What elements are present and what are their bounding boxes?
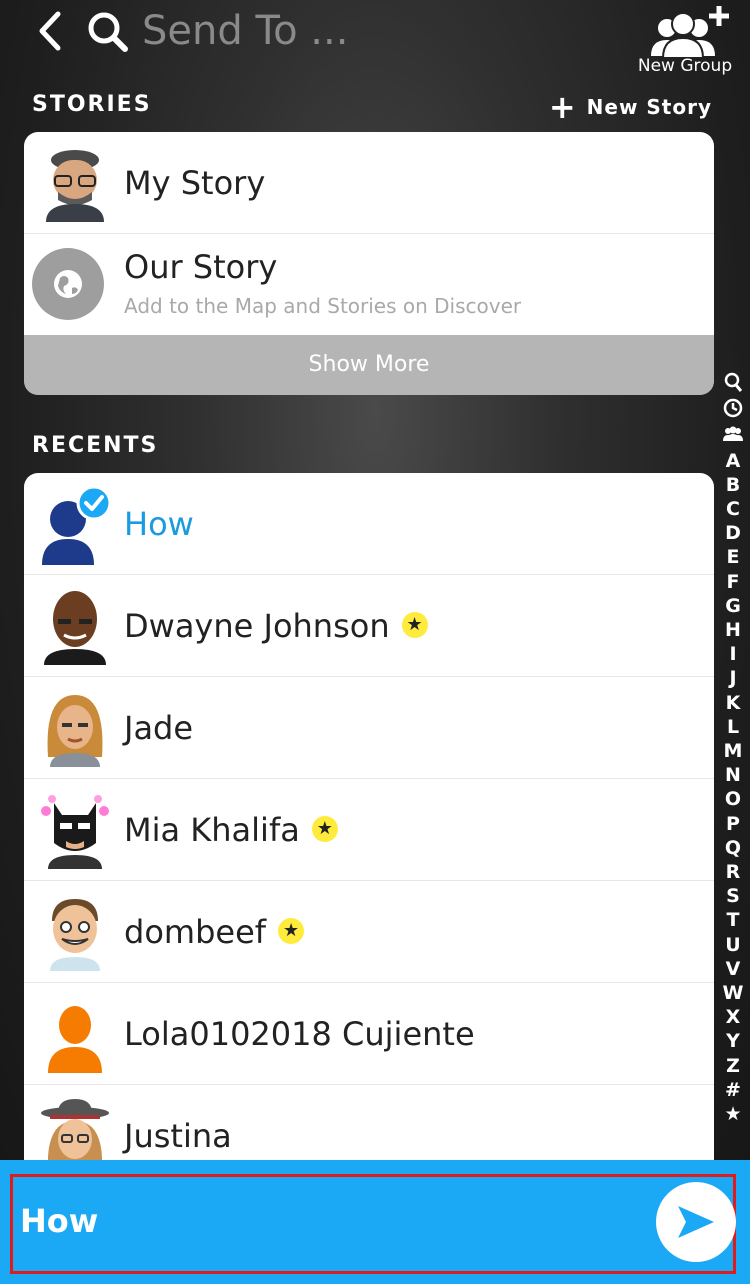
story-name: Our Story — [124, 248, 278, 286]
bitmoji-avatar-icon — [41, 795, 109, 869]
new-story-button[interactable]: + New Story — [548, 88, 712, 126]
plus-icon: + — [548, 88, 577, 126]
bitmoji-avatar-icon — [41, 1099, 109, 1160]
selected-recipients: How — [20, 1202, 99, 1240]
highlight-frame — [10, 1174, 736, 1274]
alpha-letter[interactable]: M — [720, 739, 746, 763]
add-group-icon — [651, 6, 729, 58]
back-button[interactable] — [32, 8, 72, 54]
star-badge-icon: ★ — [311, 815, 338, 842]
new-story-label: New Story — [586, 95, 712, 119]
list-item[interactable]: How — [24, 473, 714, 575]
alpha-letter[interactable]: I — [720, 642, 746, 666]
alpha-letter[interactable]: W — [720, 981, 746, 1005]
alpha-letter[interactable]: B — [720, 473, 746, 497]
star-badge-icon: ★ — [401, 611, 428, 638]
show-more-button[interactable]: Show More — [24, 335, 714, 395]
contact-name: Mia Khalifa ★ — [124, 811, 338, 849]
alpha-letter[interactable]: G — [720, 594, 746, 618]
list-item[interactable]: Mia Khalifa ★ — [24, 779, 714, 881]
alpha-letter[interactable]: N — [720, 763, 746, 787]
alpha-letter[interactable]: X — [720, 1005, 746, 1029]
bitmoji-avatar-icon — [47, 695, 103, 767]
alpha-letter[interactable]: L — [720, 715, 746, 739]
search-button[interactable] — [86, 10, 130, 54]
bitmoji-avatar-icon — [44, 591, 106, 665]
list-item[interactable]: Jade — [24, 677, 714, 779]
selected-person-icon — [42, 485, 112, 565]
send-arrow-icon — [678, 1206, 714, 1238]
list-item[interactable]: Justina — [24, 1085, 714, 1160]
send-bar: How — [0, 1160, 750, 1284]
search-icon[interactable] — [720, 372, 746, 398]
person-silhouette-icon — [48, 1006, 102, 1073]
alpha-letter[interactable]: # — [720, 1078, 746, 1102]
search-input[interactable]: Send To ... — [142, 8, 348, 54]
list-item[interactable]: Dwayne Johnson ★ — [24, 575, 714, 677]
recent-clock-icon[interactable] — [720, 398, 746, 424]
contact-name: dombeef ★ — [124, 913, 305, 951]
search-icon — [88, 12, 128, 52]
alpha-letter[interactable]: Z — [720, 1054, 746, 1078]
story-item-my-story[interactable]: My Story — [24, 132, 714, 234]
alpha-letter[interactable]: U — [720, 933, 746, 957]
new-group-label: New Group — [637, 56, 733, 76]
send-button[interactable] — [656, 1182, 736, 1262]
star-badge-icon: ★ — [278, 917, 305, 944]
alpha-letter[interactable]: E — [720, 545, 746, 569]
top-bar: Send To ... New Group — [0, 0, 750, 80]
alpha-letter[interactable]: S — [720, 884, 746, 908]
alpha-letter[interactable]: R — [720, 860, 746, 884]
chevron-left-icon — [39, 11, 61, 51]
alpha-letter[interactable]: Y — [720, 1029, 746, 1053]
alphabet-index[interactable]: A B C D E F G H I J K L M N O P Q R S T … — [720, 372, 746, 1126]
story-name: My Story — [124, 163, 266, 202]
globe-icon — [32, 248, 104, 320]
alpha-letter[interactable]: V — [720, 957, 746, 981]
contact-name: Jade — [124, 708, 194, 747]
favorites-star-icon[interactable]: ★ — [720, 1102, 746, 1126]
bitmoji-avatar-icon — [50, 899, 100, 971]
alpha-letter[interactable]: Q — [720, 836, 746, 860]
groups-icon[interactable] — [720, 424, 746, 448]
alpha-letter[interactable]: J — [720, 666, 746, 690]
story-item-our-story[interactable]: Our Story Add to the Map and Stories on … — [24, 234, 714, 335]
alpha-letter[interactable]: D — [720, 521, 746, 545]
new-group-button[interactable]: New Group — [630, 4, 740, 82]
alpha-letter[interactable]: C — [720, 497, 746, 521]
contact-name: Lola0102018 Cujiente — [124, 1014, 475, 1053]
contact-name: Dwayne Johnson ★ — [124, 607, 428, 645]
bitmoji-avatar-icon — [46, 150, 104, 222]
alpha-letter[interactable]: F — [720, 570, 746, 594]
alpha-letter[interactable]: T — [720, 908, 746, 932]
list-item[interactable]: dombeef ★ — [24, 881, 714, 983]
stories-section-title: STORIES — [32, 92, 152, 117]
contact-name: Justina — [124, 1116, 232, 1155]
alpha-letter[interactable]: A — [720, 449, 746, 473]
recents-list: How Dwayne Johnson ★ Jade Mia Khalifa ★ … — [24, 473, 714, 1160]
recents-section-title: RECENTS — [32, 433, 159, 458]
list-item[interactable]: Lola0102018 Cujiente — [24, 983, 714, 1085]
story-subtitle: Add to the Map and Stories on Discover — [124, 294, 522, 318]
alpha-letter[interactable]: O — [720, 787, 746, 811]
alpha-letter[interactable]: P — [720, 812, 746, 836]
alpha-letter[interactable]: K — [720, 691, 746, 715]
alpha-letter[interactable]: H — [720, 618, 746, 642]
contact-name: How — [124, 504, 194, 543]
